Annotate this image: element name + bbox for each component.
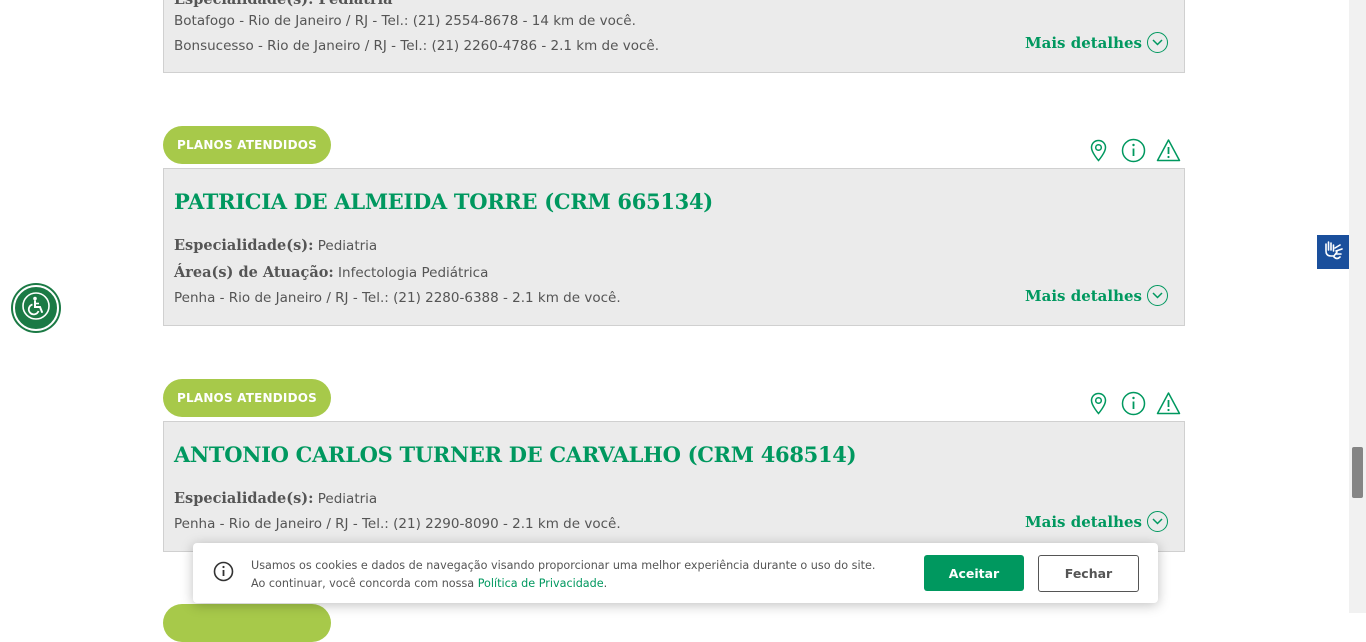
- plans-button[interactable]: PLANOS ATENDIDOS: [163, 379, 331, 417]
- more-details-link[interactable]: Mais detalhes: [1025, 511, 1168, 532]
- chevron-down-icon: [1147, 285, 1168, 306]
- info-icon: [213, 561, 234, 582]
- cookie-message: Usamos os cookies e dados de navegação v…: [251, 559, 876, 590]
- chevron-down-icon: [1147, 32, 1168, 53]
- sign-language-button[interactable]: [1317, 235, 1349, 269]
- plans-button[interactable]: [163, 604, 331, 642]
- cookie-banner: Usamos os cookies e dados de navegação v…: [193, 543, 1158, 603]
- doctor-card-partial: Especialidade(s): Pediatria Botafogo - R…: [163, 0, 1185, 73]
- more-details-label: Mais detalhes: [1025, 33, 1142, 52]
- card-address: Penha - Rio de Janeiro / RJ - Tel.: (21)…: [174, 516, 621, 532]
- doctor-name: ANTONIO CARLOS TURNER DE CARVALHO (CRM 4…: [174, 442, 857, 467]
- more-details-label: Mais detalhes: [1025, 286, 1142, 305]
- doctor-card: PATRICIA DE ALMEIDA TORRE (CRM 665134) E…: [163, 168, 1185, 326]
- wheelchair-icon: [21, 291, 51, 325]
- more-details-label: Mais detalhes: [1025, 512, 1142, 531]
- warning-icon[interactable]: [1156, 138, 1181, 163]
- info-icon[interactable]: [1121, 138, 1146, 163]
- area-value: Infectologia Pediátrica: [338, 265, 489, 281]
- specialty-row: Especialidade(s): Pediatria: [174, 490, 377, 507]
- specialty-value: Pediatria: [317, 491, 378, 507]
- map-pin-icon[interactable]: [1086, 391, 1111, 416]
- more-details-link[interactable]: Mais detalhes: [1025, 285, 1168, 306]
- card-actions: [1086, 138, 1181, 163]
- accessibility-button[interactable]: [13, 285, 59, 331]
- close-button[interactable]: Fechar: [1038, 555, 1139, 592]
- page-scrollbar[interactable]: [1349, 0, 1366, 613]
- card-partial-heading: Especialidade(s): Pediatria: [174, 0, 393, 8]
- specialty-label: Especialidade(s):: [174, 490, 314, 507]
- card-address: Botafogo - Rio de Janeiro / RJ - Tel.: (…: [174, 13, 636, 29]
- doctor-card: ANTONIO CARLOS TURNER DE CARVALHO (CRM 4…: [163, 421, 1185, 552]
- specialty-label: Especialidade(s):: [174, 237, 314, 254]
- doctor-name: PATRICIA DE ALMEIDA TORRE (CRM 665134): [174, 189, 713, 214]
- specialty-value: Pediatria: [317, 238, 378, 254]
- map-pin-icon[interactable]: [1086, 138, 1111, 163]
- card-address: Bonsucesso - Rio de Janeiro / RJ - Tel.:…: [174, 38, 659, 54]
- privacy-policy-link[interactable]: Política de Privacidade: [478, 577, 604, 590]
- warning-icon[interactable]: [1156, 391, 1181, 416]
- info-icon[interactable]: [1121, 391, 1146, 416]
- area-label: Área(s) de Atuação:: [174, 264, 334, 281]
- card-actions: [1086, 391, 1181, 416]
- chevron-down-icon: [1147, 511, 1168, 532]
- scrollbar-thumb[interactable]: [1352, 447, 1363, 498]
- hands-icon: [1322, 239, 1344, 265]
- plans-button[interactable]: PLANOS ATENDIDOS: [163, 126, 331, 164]
- area-row: Área(s) de Atuação: Infectologia Pediátr…: [174, 264, 488, 281]
- specialty-row: Especialidade(s): Pediatria: [174, 237, 377, 254]
- card-address: Penha - Rio de Janeiro / RJ - Tel.: (21)…: [174, 290, 621, 306]
- more-details-link[interactable]: Mais detalhes: [1025, 32, 1168, 53]
- accept-button[interactable]: Aceitar: [924, 555, 1024, 591]
